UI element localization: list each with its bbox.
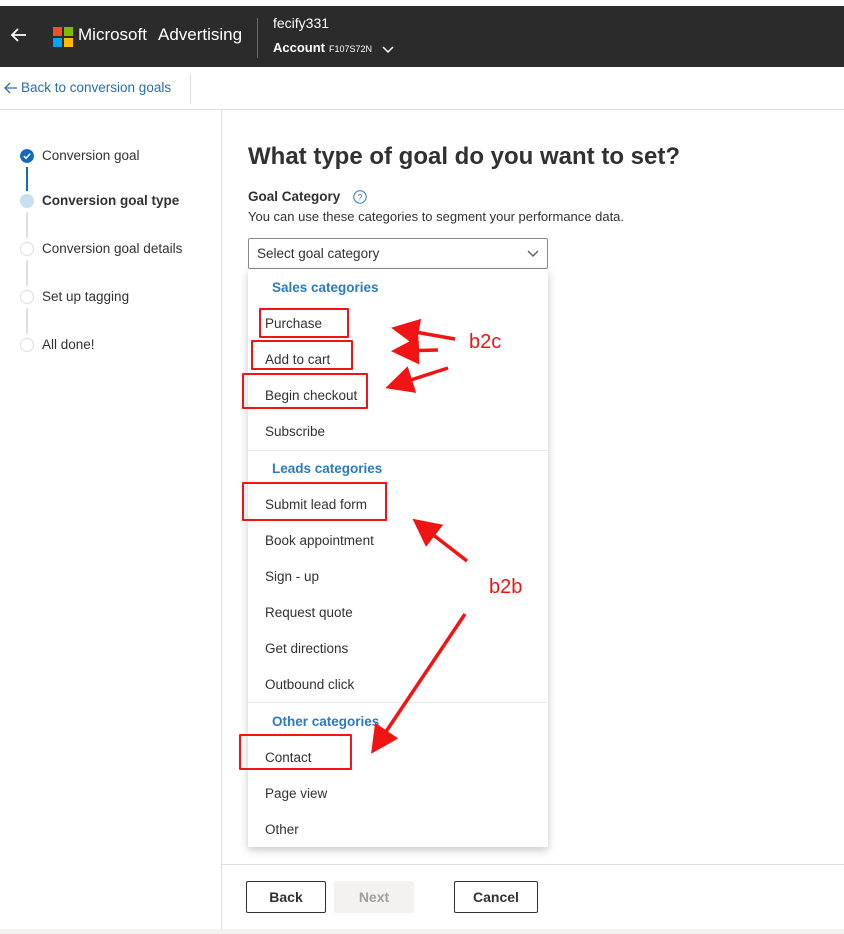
next-button[interactable]: Next	[334, 881, 414, 913]
cancel-button[interactable]: Cancel	[454, 881, 538, 913]
annotation-label-b2b: b2b	[489, 576, 523, 598]
annotation-arrow	[391, 336, 439, 365]
annotation-arrow	[391, 318, 456, 347]
annotation-arrow	[385, 366, 449, 393]
footer-divider	[222, 864, 844, 865]
bottom-strip	[0, 929, 844, 934]
annotation-arrows	[371, 318, 469, 754]
back-button[interactable]: Back	[246, 881, 326, 913]
app-window: Microsoft Advertising fecify331 Account …	[0, 0, 844, 934]
annotation-label-b2c: b2c	[469, 331, 502, 353]
annotation-arrow	[412, 518, 469, 563]
annotation-arrow	[371, 613, 467, 754]
